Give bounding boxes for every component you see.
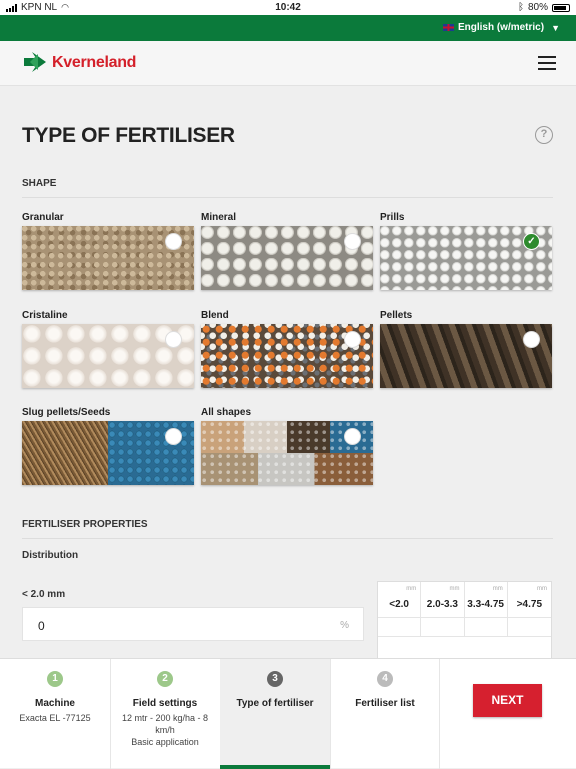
shape-heading: SHAPE: [22, 178, 57, 189]
shape-option-all-shapes[interactable]: All shapes: [201, 407, 373, 485]
step-number: 2: [157, 671, 173, 687]
chevron-down-icon: ▼: [551, 22, 560, 33]
divider: [22, 538, 553, 539]
column-label: 3.3-4.75: [467, 599, 504, 610]
distribution-input-value[interactable]: 0: [38, 619, 45, 633]
slug-pellets-seeds-image: [22, 421, 194, 485]
all-shapes-image: [201, 421, 373, 485]
table-header-cell: mm >4.75: [507, 582, 551, 618]
shape-option-mineral[interactable]: Mineral: [201, 212, 373, 290]
step-title: Fertiliser list: [355, 698, 415, 709]
unit-label: mm: [537, 586, 547, 592]
radio-button[interactable]: [165, 233, 182, 250]
column-label: 2.0-3.3: [426, 599, 458, 610]
hamburger-menu-icon[interactable]: [538, 56, 556, 70]
shape-option-label: Prills: [380, 212, 405, 223]
column-label: >4.75: [516, 599, 543, 610]
next-button[interactable]: NEXT: [473, 684, 542, 717]
properties-heading: FERTILISER PROPERTIES: [22, 519, 148, 530]
shape-option-granular[interactable]: Granular: [22, 212, 194, 290]
mineral-image: [201, 226, 373, 290]
shape-option-label: All shapes: [201, 407, 252, 418]
shape-option-label: Cristaline: [22, 310, 68, 321]
step-field-settings[interactable]: 2 Field settings 12 mtr - 200 kg/ha - 8 …: [111, 659, 219, 769]
status-bar: KPN NL ◠ 10:42 ᛒ 80%: [0, 0, 576, 15]
distribution-label: Distribution: [22, 550, 79, 561]
table-header-cell: mm 2.0-3.3: [421, 582, 465, 618]
step-type-of-fertiliser[interactable]: 3 Type of fertiliser: [220, 659, 330, 769]
language-selector[interactable]: English (w/metric) ▼: [442, 22, 560, 33]
pellets-image: [380, 324, 552, 388]
prills-image: ✓: [380, 226, 552, 290]
column-label: <2.0: [389, 599, 409, 610]
distribution-table: mm <2.0 mm 2.0-3.3 mm 3.3-4.75 mm >4.75: [377, 581, 552, 661]
step-number: 3: [267, 671, 283, 687]
kverneland-logo-icon: [24, 52, 46, 72]
unit-label: mm: [406, 586, 417, 592]
table-cell: [421, 618, 465, 637]
step-number: 4: [377, 671, 393, 687]
unit-label: mm: [492, 586, 503, 592]
table-cell: [464, 618, 508, 637]
clock: 10:42: [275, 2, 301, 13]
shape-option-label: Slug pellets/Seeds: [22, 407, 111, 418]
granular-image: [22, 226, 194, 290]
shape-option-cristaline[interactable]: Cristaline: [22, 310, 194, 388]
shape-option-blend[interactable]: Blend: [201, 310, 373, 388]
radio-button[interactable]: [165, 331, 182, 348]
divider: [22, 197, 553, 198]
battery-percent: 80%: [527, 2, 548, 13]
radio-button[interactable]: [344, 233, 361, 250]
step-title: Type of fertiliser: [236, 698, 314, 709]
brand-name: Kverneland: [52, 54, 137, 71]
step-detail: 12 mtr - 200 kg/ha - 8 km/h: [121, 713, 209, 735]
language-label: English (w/metric): [457, 22, 545, 33]
step-detail: Exacta EL -77125: [19, 713, 91, 723]
radio-button[interactable]: [523, 331, 540, 348]
language-bar: English (w/metric) ▼: [0, 15, 576, 41]
blend-image: [201, 324, 373, 388]
page-title: TYPE OF FERTILISER: [22, 124, 235, 147]
unit-label: mm: [449, 586, 460, 592]
step-title: Field settings: [132, 698, 198, 709]
step-detail-secondary: Basic application: [131, 737, 199, 747]
shape-option-slug-pellets-seeds[interactable]: Slug pellets/Seeds: [22, 407, 194, 485]
bluetooth-icon: ᛒ: [517, 2, 524, 13]
shape-option-pellets[interactable]: Pellets: [380, 310, 552, 388]
step-number: 1: [47, 671, 63, 687]
shape-option-label: Granular: [22, 212, 64, 223]
step-title: Machine: [34, 698, 75, 709]
percent-unit: %: [340, 620, 349, 631]
step-machine[interactable]: 1 Machine Exacta EL -77125: [0, 659, 110, 769]
table-header-cell: mm 3.3-4.75: [464, 582, 508, 618]
shape-option-label: Mineral: [201, 212, 237, 223]
brand-logo[interactable]: Kverneland: [22, 50, 136, 76]
shape-option-prills[interactable]: Prills ✓: [380, 212, 552, 290]
uk-flag-icon: [442, 24, 454, 31]
table-cell: [507, 618, 551, 637]
cristaline-image: [22, 324, 194, 388]
radio-button[interactable]: [344, 428, 361, 445]
wizard-steps: 1 Machine Exacta EL -77125 2 Field setti…: [0, 658, 576, 769]
app-header: Kverneland: [0, 41, 576, 86]
step-fertiliser-list[interactable]: 4 Fertiliser list: [331, 659, 439, 769]
distribution-input[interactable]: 0 %: [22, 607, 364, 641]
shape-option-label: Pellets: [380, 310, 413, 321]
radio-button[interactable]: [344, 331, 361, 348]
battery-icon: [552, 3, 570, 12]
checkmark-icon[interactable]: ✓: [523, 233, 540, 250]
shape-option-label: Blend: [201, 310, 229, 321]
table-cell: [378, 618, 422, 637]
help-icon[interactable]: ?: [535, 126, 553, 144]
divider: [439, 659, 440, 769]
table-header-cell: mm <2.0: [378, 582, 422, 618]
radio-button[interactable]: [165, 428, 182, 445]
size-field-label: < 2.0 mm: [22, 589, 66, 600]
